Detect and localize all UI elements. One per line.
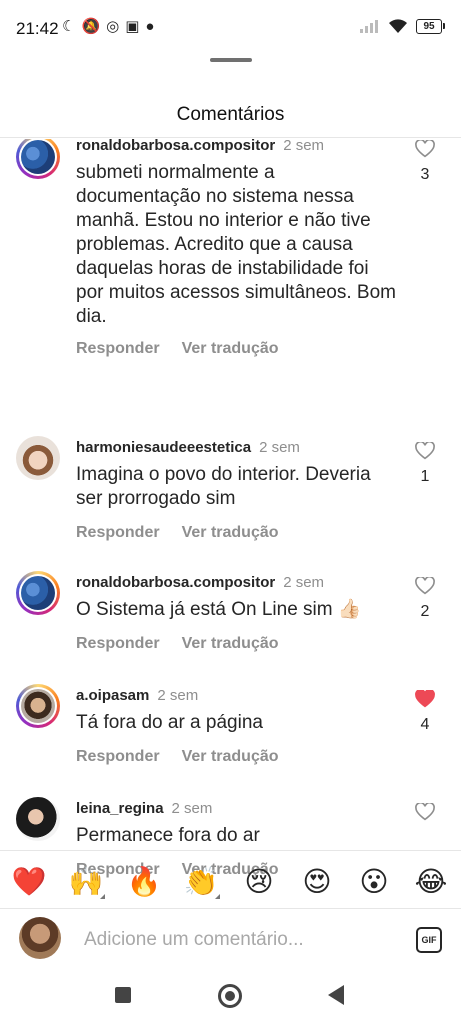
avatar[interactable] [16, 571, 60, 615]
reply-button[interactable]: Responder [76, 524, 160, 541]
heart-icon[interactable] [413, 577, 437, 595]
divider [0, 908, 461, 909]
comment-item: a.oipasam 2 sem Tá fora do ar a página Re… [0, 684, 461, 774]
status-time: 21:42 [16, 19, 59, 38]
divider [0, 137, 461, 138]
status-right-icons: 95 [360, 18, 445, 34]
reply-button[interactable]: Responder [76, 340, 160, 357]
moon-icon: ☾ [62, 18, 76, 35]
comment-item: harmoniesaudeeestetica 2 sem Imagina o po… [0, 436, 461, 546]
quick-reactions-bar: ❤️ 🙌 🔥 👏 😢 😍 😮 😂 [0, 857, 461, 903]
comment-item: ronaldobarbosa.compositor 2 sem O Sistema… [0, 571, 461, 661]
like-count: 2 [420, 603, 430, 620]
heart-icon[interactable] [413, 442, 437, 460]
comment-list[interactable]: ronaldobarbosa.compositor 2 sem submeti n… [0, 139, 461, 894]
emoji-surprised[interactable]: 😮 [355, 863, 393, 901]
emoji-fire[interactable]: 🔥 [125, 863, 163, 901]
comment-text: Imagina o povo do interior. Deveria ser … [76, 464, 371, 509]
emoji-clapping[interactable]: 👏 [182, 863, 220, 901]
home-button[interactable] [218, 984, 242, 1008]
comment-text: O Sistema já está On Line sim 👍🏻 [76, 599, 362, 620]
current-user-avatar [19, 917, 61, 959]
status-notification-icons: ☾ 🔕 ◎ ▣ ● [62, 18, 154, 36]
comment-time: 2 sem [171, 800, 213, 817]
comment-input[interactable] [84, 928, 384, 952]
comment-time: 2 sem [283, 139, 325, 154]
sheet-title: Comentários [176, 104, 285, 125]
emoji-heart-eyes[interactable]: 😍 [298, 863, 336, 901]
whatsapp-icon: ◎ [106, 18, 120, 35]
heart-icon[interactable] [413, 140, 437, 158]
instagram-icon: ▣ [125, 18, 140, 35]
comment-username[interactable]: harmoniesaudeeestetica 2 sem [76, 439, 300, 456]
reply-button[interactable]: Responder [76, 635, 160, 652]
comment-time: 2 sem [259, 439, 300, 456]
reply-button[interactable]: Responder [76, 748, 160, 765]
translate-button[interactable]: Ver tradução [182, 340, 279, 357]
battery-level: 95 [416, 18, 442, 34]
comment-username[interactable]: leina_regina 2 sem [76, 800, 212, 817]
battery-icon: 95 [416, 18, 445, 34]
comment-item: ronaldobarbosa.compositor 2 sem submeti n… [0, 139, 461, 375]
translate-button[interactable]: Ver tradução [182, 524, 279, 541]
recents-button[interactable] [115, 987, 131, 1003]
comment-username[interactable]: ronaldobarbosa.compositor 2 sem [76, 139, 324, 154]
wifi-icon [389, 19, 407, 33]
comment-text: submeti normalmente a documentação no si… [76, 162, 396, 327]
avatar[interactable] [16, 436, 60, 480]
mute-icon: 🔕 [81, 18, 101, 35]
translate-button[interactable]: Ver tradução [182, 635, 279, 652]
translate-button[interactable]: Ver tradução [182, 748, 279, 765]
emoji-heart[interactable]: ❤️ [10, 863, 48, 901]
emoji-crying[interactable]: 😢 [240, 863, 278, 901]
system-nav-bar [0, 970, 461, 1024]
emoji-laughing[interactable]: 😂 [412, 863, 450, 901]
like-count: 4 [420, 716, 430, 733]
heart-filled-icon[interactable] [413, 690, 437, 708]
comment-username[interactable]: a.oipasam 2 sem [76, 687, 198, 704]
gif-button[interactable]: GIF [416, 927, 442, 953]
app-icon: ● [145, 18, 155, 35]
comment-text: Tá fora do ar a página [76, 712, 263, 733]
comment-time: 2 sem [157, 687, 199, 704]
signal-icon [360, 20, 378, 33]
like-count: 3 [420, 166, 430, 183]
divider [0, 850, 461, 851]
heart-icon[interactable] [413, 803, 437, 821]
avatar[interactable] [16, 684, 60, 728]
comment-username[interactable]: ronaldobarbosa.compositor 2 sem [76, 574, 324, 591]
back-button[interactable] [328, 985, 344, 1005]
status-bar: 21:42 ☾ 🔕 ◎ ▣ ● 95 [0, 0, 461, 44]
emoji-raised-hands[interactable]: 🙌 [67, 863, 105, 901]
avatar[interactable] [16, 139, 60, 179]
sheet-drag-handle[interactable] [210, 58, 252, 62]
like-count: 1 [420, 468, 430, 485]
comment-text: Permanece fora do ar [76, 825, 260, 846]
comment-time: 2 sem [283, 574, 325, 591]
avatar[interactable] [16, 797, 60, 841]
